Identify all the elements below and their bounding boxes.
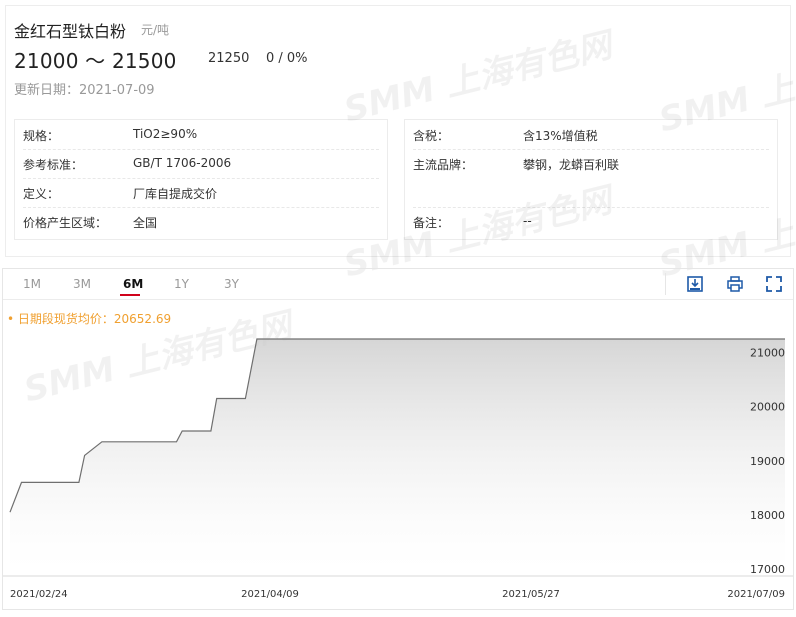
spec-value: 含13%增值税: [523, 129, 598, 143]
price-chart: 17000 18000 19000 20000 21000 2021/02/24 2021/…: [3, 338, 793, 600]
toolbar-divider: [665, 273, 666, 295]
spec-label: 主流品牌：: [413, 158, 474, 172]
x-tick-label: 2021/04/09: [241, 589, 299, 600]
spec-table-left: 规格： TiO2≥90% 参考标准： GB/T 1706-2006 定义： 厂库…: [14, 119, 388, 240]
spec-label: 备注：: [413, 216, 450, 230]
spec-label: 价格产生区域：: [23, 216, 108, 230]
update-date: 更新日期：2021-07-09: [14, 83, 155, 98]
spec-value: 全国: [133, 216, 158, 230]
spec-value: GB/T 1706-2006: [133, 156, 232, 170]
chart-panel: 1M 3M 6M 1Y 3Y • 日期段现货均价：20652.69 17000 1…: [2, 268, 794, 610]
spec-label: 含税：: [413, 129, 450, 143]
spec-value: 攀钢，龙蟒百利联: [523, 158, 620, 172]
spec-value: --: [523, 214, 532, 228]
spec-table-right: 含税： 含13%增值税 主流品牌： 攀钢，龙蟒百利联 备注： --: [404, 119, 778, 240]
tab-3m[interactable]: 3M: [73, 277, 91, 291]
spec-row: 参考标准： GB/T 1706-2006: [23, 149, 379, 179]
spec-row: 定义： 厂库自提成交价: [23, 178, 379, 208]
range-tab-bar: 1M 3M 6M 1Y 3Y: [3, 269, 793, 300]
active-tab-indicator: [120, 294, 140, 296]
y-tick-label: 19000: [750, 455, 785, 468]
y-tick-label: 20000: [750, 401, 785, 414]
print-icon[interactable]: [726, 275, 744, 293]
fullscreen-icon[interactable]: [765, 275, 783, 293]
tab-6m[interactable]: 6M: [123, 277, 143, 291]
spec-row: 主流品牌： 攀钢，龙蟒百利联: [413, 149, 769, 208]
spec-label: 规格：: [23, 129, 60, 143]
spec-row: 含税： 含13%增值税: [413, 120, 769, 150]
spec-label: 定义：: [23, 187, 60, 201]
price-unit: 元/吨: [141, 23, 170, 37]
tab-1m[interactable]: 1M: [23, 277, 41, 291]
product-title: 金红石型钛白粉: [14, 22, 127, 41]
spec-row: 规格： TiO2≥90%: [23, 120, 379, 150]
spec-row: 备注： --: [413, 207, 769, 236]
tab-3y[interactable]: 3Y: [224, 277, 239, 291]
spec-row: 价格产生区域： 全国: [23, 207, 379, 236]
product-info-panel: 金红石型钛白粉 元/吨 21000 ～ 21500 21250 0 / 0% 更…: [5, 5, 791, 257]
series-area: [10, 339, 785, 569]
download-image-icon[interactable]: [686, 275, 704, 293]
average-price: 21250: [208, 51, 250, 66]
y-tick-label: 21000: [750, 347, 785, 360]
spec-value: 厂库自提成交价: [133, 187, 218, 201]
y-tick-label: 17000: [750, 563, 785, 576]
price-change: 0 / 0%: [266, 51, 308, 66]
x-tick-label: 2021/02/24: [10, 589, 68, 600]
x-tick-label: 2021/05/27: [502, 589, 560, 600]
spec-label: 参考标准：: [23, 158, 84, 172]
y-tick-label: 18000: [750, 509, 785, 522]
spec-value: TiO2≥90%: [133, 127, 198, 141]
price-range: 21000 ～ 21500: [14, 49, 177, 73]
tab-1y[interactable]: 1Y: [174, 277, 189, 291]
x-tick-label: 2021/07/09: [727, 589, 785, 600]
